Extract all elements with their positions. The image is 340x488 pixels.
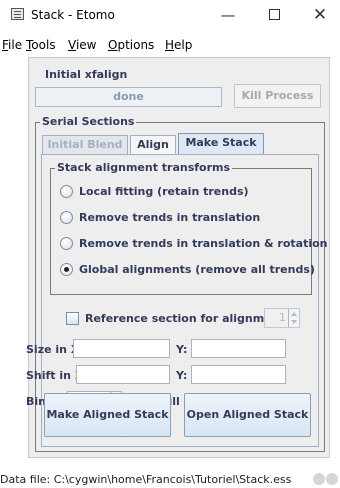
serial-sections-title: Serial Sections (40, 115, 137, 128)
process-heading: Initial xfalign (45, 68, 128, 81)
minimize-icon: — (220, 6, 236, 24)
radio-label: Local fitting (retain trends) (79, 185, 249, 198)
size-x-input[interactable] (73, 339, 170, 358)
menu-file[interactable]: File (2, 38, 22, 52)
shift-x-input[interactable] (76, 365, 170, 384)
minimize-button[interactable]: — (208, 3, 248, 29)
open-aligned-stack-button[interactable]: Open Aligned Stack (184, 393, 311, 437)
spinner-buttons[interactable] (288, 309, 299, 327)
menu-bar: File Tools View Options Help (0, 33, 340, 55)
make-aligned-stack-button[interactable]: Make Aligned Stack (44, 393, 171, 437)
maximize-button[interactable] (254, 3, 294, 29)
radio-label: Remove trends in translation & rotation (79, 237, 328, 250)
reference-section-label: Reference section for alignment: (85, 312, 290, 325)
menu-options[interactable]: Options (108, 38, 154, 52)
status-bar: Data file: C:\cygwin\home\Francois\Tutor… (0, 471, 340, 488)
tab-align[interactable]: Align (130, 135, 176, 155)
radio-button[interactable] (60, 237, 73, 250)
radio-button[interactable] (60, 185, 73, 198)
shift-y-label: Y: (176, 369, 188, 382)
main-panel: Initial xfalign done Kill Process Serial… (26, 57, 330, 458)
size-y-label: Y: (176, 343, 188, 356)
process-status-field: done (35, 87, 222, 107)
menu-help[interactable]: Help (165, 38, 192, 52)
data-file-path: Data file: C:\cygwin\home\Francois\Tutor… (0, 473, 292, 486)
size-y-input[interactable] (191, 339, 286, 358)
radio-button-selected[interactable] (60, 263, 73, 276)
menu-tools[interactable]: Tools (26, 38, 56, 52)
tab-initial-blend[interactable]: Initial Blend (42, 135, 128, 155)
spin-down-icon[interactable] (291, 320, 297, 324)
radio-button[interactable] (60, 211, 73, 224)
title-bar: Stack - Etomo — ✕ (0, 0, 340, 32)
window-title: Stack - Etomo (31, 8, 115, 22)
spinner-value: 1 (279, 311, 286, 324)
close-icon: ✕ (312, 5, 328, 25)
reference-section-spinner[interactable]: 1 (264, 308, 300, 328)
radio-label: Global alignments (remove all trends) (79, 263, 315, 276)
spin-up-icon[interactable] (291, 312, 297, 316)
transforms-group: Stack alignment transforms Local fitting… (50, 161, 328, 295)
app-icon (11, 8, 24, 20)
close-button[interactable]: ✕ (300, 3, 340, 29)
menu-view[interactable]: View (68, 38, 96, 52)
tab-make-stack[interactable]: Make Stack (178, 133, 264, 155)
radio-label: Remove trends in translation (79, 211, 261, 224)
kill-process-button[interactable]: Kill Process (234, 84, 321, 108)
transforms-title: Stack alignment transforms (55, 161, 233, 174)
maximize-icon (268, 9, 280, 20)
busy-indicator (313, 473, 340, 486)
serial-sections-group: Serial Sections Initial Blend Align Make… (26, 115, 328, 452)
reference-section-checkbox[interactable] (66, 312, 79, 325)
shift-y-input[interactable] (191, 365, 286, 384)
